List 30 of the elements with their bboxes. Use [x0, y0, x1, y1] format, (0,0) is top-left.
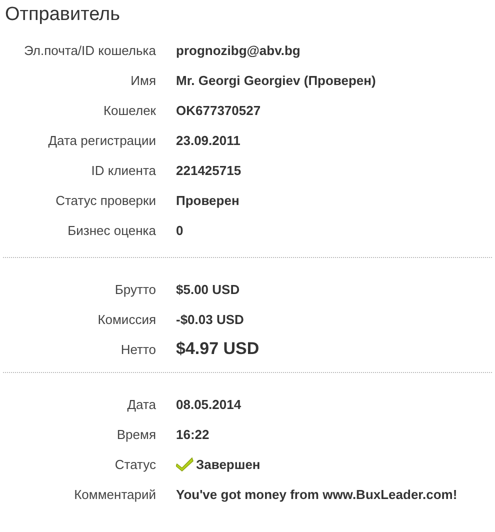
field-label: Статус проверки	[54, 192, 156, 208]
field-label: Дата регистрации	[47, 132, 156, 148]
check-icon	[176, 456, 194, 472]
field-value: OK677370527	[176, 102, 261, 118]
field-value: prognozibg@abv.bg	[176, 42, 300, 58]
field-label: Брутто	[114, 282, 156, 296]
field-label: Эл.почта/ID кошелька	[23, 42, 156, 58]
field-label: Дата	[126, 396, 156, 412]
field-value: Проверен	[176, 192, 240, 208]
field-label: Комиссия	[96, 312, 156, 326]
field-value: $4.97 USD	[176, 339, 260, 359]
section-title: Отправитель	[4, 3, 122, 27]
field-label: Статус	[114, 456, 156, 472]
field-label: Время	[116, 426, 156, 442]
field-value: 23.09.2011	[176, 132, 240, 148]
field-label: Нетто	[120, 342, 156, 356]
field-label: Кошелек	[102, 102, 156, 118]
field-label: Бизнес оценка	[66, 222, 156, 238]
field-value: You've got money from www.BuxLeader.com!	[176, 486, 458, 502]
field-value: $5.00 USD	[176, 282, 240, 296]
field-label: Комментарий	[73, 486, 156, 502]
field-value: Mr. Georgi Georgiev (Проверен)	[176, 72, 376, 88]
field-value: Завершен	[196, 456, 260, 472]
field-value: -$0.03 USD	[176, 312, 244, 326]
field-label: Имя	[130, 72, 156, 88]
field-label: ID клиента	[90, 162, 156, 178]
field-value: 08.05.2014	[176, 396, 242, 412]
field-value: 0	[176, 222, 184, 238]
field-value: 221425715	[176, 162, 242, 178]
field-value: 16:22	[176, 426, 210, 442]
